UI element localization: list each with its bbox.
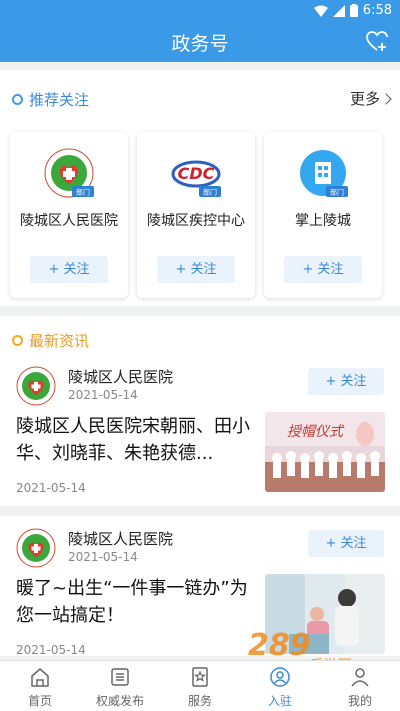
source-date: 2021-05-14	[68, 388, 138, 402]
news-divider	[0, 506, 400, 516]
app-logo: 部门	[300, 150, 348, 197]
watermark-logo: 289	[248, 628, 311, 663]
star-bookmark-icon	[192, 667, 208, 687]
follow-button[interactable]: + 关注	[308, 530, 384, 557]
signal-icon	[332, 4, 345, 17]
source-avatar	[16, 528, 56, 568]
list-icon	[111, 668, 129, 686]
card-badge: 部门	[76, 188, 90, 197]
join-icon	[270, 667, 290, 687]
recommend-section: 推荐关注 更多 部门 陵城区人民医院 + 关注 CDC 部门 陵城区疾控中心 +…	[0, 70, 400, 306]
cdc-logo: CDC 部门	[171, 160, 221, 197]
recommend-card[interactable]: CDC 部门 陵城区疾控中心 + 关注	[137, 132, 255, 298]
recommend-cards: 部门 陵城区人民医院 + 关注 CDC 部门 陵城区疾控中心 + 关注 部门 掌…	[10, 132, 382, 298]
news-thumbnail: 授帽仪式	[265, 412, 385, 492]
news-header: 最新资讯	[12, 330, 89, 351]
tab-label: 权威发布	[95, 694, 144, 708]
app-header: 政务号	[0, 22, 400, 62]
tab-label: 首页	[27, 694, 52, 708]
tab-label: 我的	[347, 694, 372, 708]
news-date: 2021-05-14	[16, 643, 86, 657]
bottom-nav: 首页 权威发布 服务 入驻 我的	[0, 660, 400, 711]
tab-publish[interactable]: 权威发布	[80, 661, 160, 711]
card-badge: 部门	[330, 188, 344, 197]
recommend-header: 推荐关注	[12, 89, 89, 110]
follow-button[interactable]: + 关注	[284, 256, 362, 283]
wifi-icon	[313, 5, 328, 17]
status-time: 6:58	[362, 3, 392, 18]
section-dot-icon	[12, 94, 23, 105]
chevron-right-icon	[380, 92, 392, 105]
card-name: 陵城区人民医院	[20, 213, 118, 229]
status-bar: 6:58	[0, 0, 400, 22]
add-favorite-icon[interactable]	[364, 28, 390, 54]
news-headline[interactable]: 暖了~出生“一件事一链办”为您一站搞定！	[16, 575, 256, 629]
recommend-card[interactable]: 部门 陵城区人民医院 + 关注	[10, 132, 128, 298]
news-source: 陵城区人民医院	[68, 530, 174, 548]
follow-button[interactable]: + 关注	[30, 256, 108, 283]
more-label: 更多	[349, 90, 380, 108]
svg-text:CDC: CDC	[178, 164, 215, 183]
tab-me[interactable]: 我的	[320, 661, 400, 711]
tab-join[interactable]: 入驻	[240, 661, 320, 711]
news-source: 陵城区人民医院	[68, 368, 174, 386]
follow-button[interactable]: + 关注	[157, 256, 235, 283]
source-date: 2021-05-14	[68, 550, 138, 564]
hospital-logo: 部门	[44, 148, 94, 198]
recommend-title: 推荐关注	[29, 91, 90, 109]
news-date: 2021-05-14	[16, 481, 86, 495]
card-badge: 部门	[203, 188, 217, 197]
card-name: 陵城区疾控中心	[147, 213, 245, 229]
news-headline[interactable]: 陵城区人民医院宋朝丽、田小华、刘晓菲、朱艳获德...	[16, 413, 256, 467]
tab-label: 服务	[187, 694, 212, 708]
more-link[interactable]: 更多	[349, 88, 392, 109]
follow-button[interactable]: + 关注	[308, 368, 384, 395]
source-avatar	[16, 366, 56, 406]
battery-icon	[349, 4, 358, 17]
tab-label: 入驻	[267, 694, 292, 708]
recommend-card[interactable]: 部门 掌上陵城 + 关注	[264, 132, 382, 298]
news-title: 最新资讯	[29, 332, 90, 350]
tab-service[interactable]: 服务	[160, 661, 240, 711]
user-icon	[351, 668, 369, 687]
page-title: 政务号	[171, 33, 229, 55]
section-dot-icon	[12, 335, 23, 346]
card-name: 掌上陵城	[295, 213, 351, 229]
home-icon	[31, 668, 49, 687]
thumb-text: 授帽仪式	[287, 424, 345, 440]
tab-home[interactable]: 首页	[0, 661, 80, 711]
news-section: 最新资讯 陵城区人民医院 2021-05-14 + 关注 陵城区人民医院宋朝丽、…	[0, 316, 400, 657]
